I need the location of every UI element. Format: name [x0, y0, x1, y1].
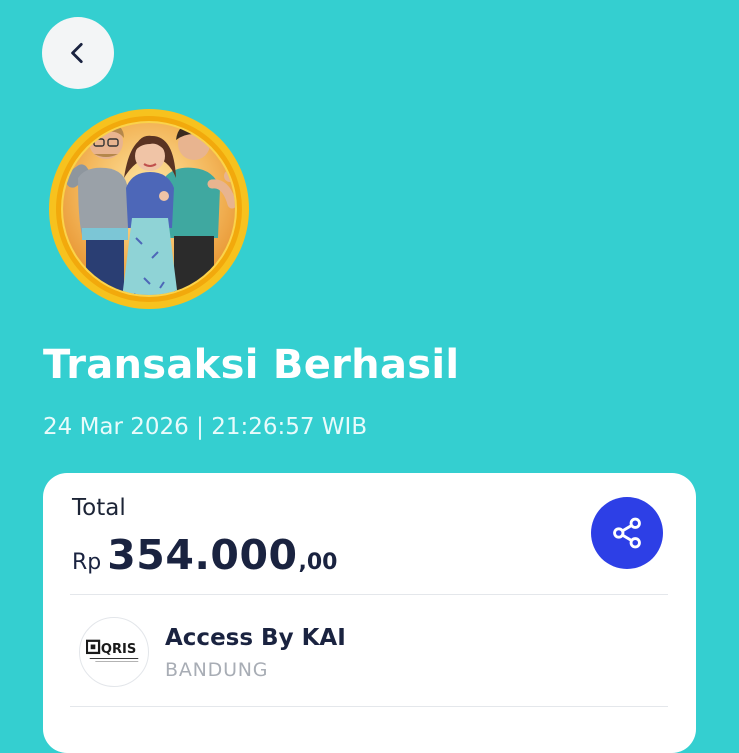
back-button[interactable]	[42, 17, 114, 89]
total-amount: Rp 354.000 ,00	[72, 531, 338, 579]
transaction-timestamp: 24 Mar 2026 | 21:26:57 WIB	[43, 414, 368, 440]
share-icon	[613, 517, 641, 549]
merchant-name: Access By KAI	[165, 625, 346, 651]
qris-logo-icon: QRIS	[79, 617, 149, 687]
transaction-summary-card: Total Rp 354.000 ,00 QRIS Access By KAI …	[43, 473, 696, 753]
divider	[70, 706, 668, 707]
chevron-left-icon	[71, 42, 83, 64]
currency-label: Rp	[72, 550, 102, 575]
amount-decimal: ,00	[298, 550, 338, 575]
svg-text:QRIS: QRIS	[101, 642, 136, 657]
person-center	[120, 135, 180, 295]
divider	[70, 594, 668, 595]
share-button[interactable]	[591, 497, 663, 569]
merchant-city: BANDUNG	[165, 659, 269, 681]
total-label: Total	[72, 495, 126, 521]
transaction-status-title: Transaksi Berhasil	[43, 342, 460, 388]
success-illustration	[48, 108, 250, 310]
amount-main: 354.000	[107, 531, 298, 579]
